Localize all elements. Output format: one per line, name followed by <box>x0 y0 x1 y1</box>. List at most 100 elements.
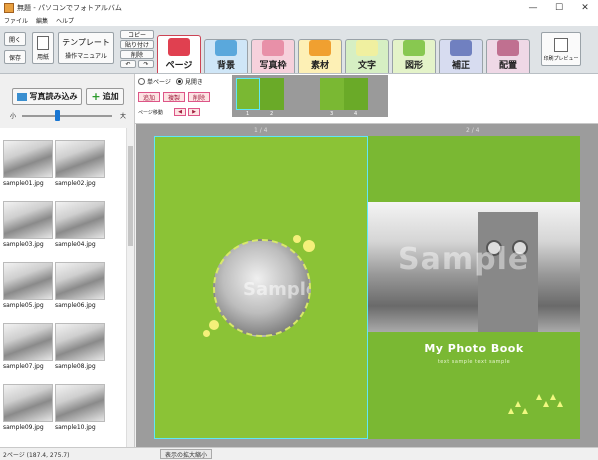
photo-thumbnail <box>3 140 53 178</box>
decor-dot <box>293 235 301 243</box>
close-button[interactable]: ✕ <box>572 0 598 15</box>
material-icon <box>309 40 331 56</box>
photo-thumbnail <box>55 201 105 239</box>
photo-thumbnail <box>55 384 105 422</box>
status-bar: 2ページ (187.4, 275.7) 表示の拡大縮小 <box>0 447 598 460</box>
right-page-number: 2 / 4 <box>466 127 480 134</box>
tab-material[interactable]: 素材 <box>298 39 342 73</box>
tab-page-label: ページ <box>165 61 193 71</box>
photo-item[interactable]: sample02.jpg <box>55 140 107 187</box>
image-icon <box>16 92 27 101</box>
decor-triangle <box>536 394 542 400</box>
menu-edit[interactable]: 編集 <box>36 16 48 25</box>
delete-button[interactable]: 削除 <box>120 50 154 59</box>
thumb-page-2[interactable] <box>260 78 284 110</box>
photo-thumbnail <box>3 262 53 300</box>
tab-text[interactable]: 文字 <box>345 39 389 73</box>
thumb-num-1: 1 <box>246 111 250 117</box>
thumb-size-slider[interactable] <box>22 115 112 117</box>
manual-label: 操作マニュアル <box>65 52 107 60</box>
redo-button[interactable]: ↷ <box>138 60 154 68</box>
tab-page[interactable]: ページ <box>157 35 201 73</box>
page-copy-button[interactable]: 複製 <box>163 92 185 102</box>
photo-list-scrollbar[interactable] <box>126 128 134 447</box>
tab-layout[interactable]: 配置 <box>486 39 530 73</box>
background-icon <box>215 40 237 56</box>
import-photos-button[interactable]: 写真読み込み <box>12 88 82 105</box>
photo-item[interactable]: sample07.jpg <box>3 323 55 370</box>
save-button[interactable]: 保存 <box>4 50 26 64</box>
single-page-radio[interactable] <box>138 78 145 85</box>
open-button[interactable]: 開く <box>4 32 26 46</box>
correction-icon <box>450 40 472 56</box>
thumb-page-4[interactable] <box>344 78 368 110</box>
photo-thumbnail <box>55 140 105 178</box>
book-title[interactable]: My Photo Book <box>368 342 580 355</box>
photo-thumbnail <box>3 384 53 422</box>
tab-photo-frame-label: 写真枠 <box>259 61 287 71</box>
page-add-button[interactable]: 追加 <box>138 92 160 102</box>
paper-button[interactable]: 用紙 <box>32 32 54 64</box>
photo-thumbnail <box>55 323 105 361</box>
photo-item[interactable]: sample04.jpg <box>55 201 107 248</box>
scrollbar-thumb[interactable] <box>128 146 133 246</box>
photo-filename: sample09.jpg <box>3 424 44 431</box>
photo-list: sample01.jpg sample02.jpg sample03.jpg s… <box>0 128 135 447</box>
maximize-button[interactable]: ☐ <box>546 0 572 15</box>
paste-button[interactable]: 貼り付け <box>120 40 154 49</box>
decor-triangle <box>550 394 556 400</box>
photo-item[interactable]: sample10.jpg <box>55 384 107 431</box>
import-photos-label: 写真読み込み <box>29 92 78 101</box>
photo-filename: sample06.jpg <box>55 302 96 309</box>
watermark-left: Sample <box>243 279 311 300</box>
menu-help[interactable]: ヘルプ <box>56 16 74 25</box>
rectangle-photo-frame[interactable]: Sample <box>368 202 580 332</box>
spread-radio[interactable] <box>175 78 183 85</box>
thumb-page-3[interactable] <box>320 78 344 110</box>
menu-file[interactable]: ファイル <box>4 16 28 25</box>
tab-shape[interactable]: 図形 <box>392 39 436 73</box>
decor-triangle <box>543 401 549 407</box>
thumb-page-1[interactable] <box>236 78 260 110</box>
minimize-button[interactable]: — <box>520 0 546 15</box>
paper-icon <box>37 36 49 50</box>
single-page-label: 単ページ <box>147 79 171 86</box>
print-preview-label: 印刷プレビュー <box>543 56 579 62</box>
tab-shape-label: 図形 <box>404 61 423 71</box>
decor-dot <box>203 330 210 337</box>
thumb-size-slider-handle[interactable] <box>55 110 60 121</box>
layout-icon <box>497 40 519 56</box>
photo-item[interactable]: sample09.jpg <box>3 384 55 431</box>
photo-item[interactable]: sample03.jpg <box>3 201 55 248</box>
photo-filename: sample04.jpg <box>55 241 96 248</box>
photo-item[interactable]: sample05.jpg <box>3 262 55 309</box>
page-delete-button[interactable]: 削除 <box>188 92 210 102</box>
page-move-left-button[interactable]: ◀ <box>174 108 186 116</box>
tab-photo-frame[interactable]: 写真枠 <box>251 39 295 73</box>
print-preview-icon <box>554 38 568 52</box>
copy-button[interactable]: コピー <box>120 30 154 39</box>
ribbon: 開く 保存 用紙 テンプレート 操作マニュアル コピー 貼り付け 削除 ↶ ↷ … <box>0 26 598 74</box>
photo-item[interactable]: sample06.jpg <box>55 262 107 309</box>
paper-label: 用紙 <box>36 54 49 61</box>
page-move-right-button[interactable]: ▶ <box>188 108 200 116</box>
photo-tools: 写真読み込み + 追加 小 大 <box>0 74 135 128</box>
tab-correction[interactable]: 補正 <box>439 39 483 73</box>
photo-item[interactable]: sample01.jpg <box>3 140 55 187</box>
photo-filename: sample03.jpg <box>3 241 44 248</box>
zoom-button[interactable]: 表示の拡大縮小 <box>160 449 213 459</box>
print-preview-button[interactable]: 印刷プレビュー <box>541 32 581 66</box>
text-icon <box>356 40 378 56</box>
circle-photo-frame[interactable]: Sample <box>213 239 311 337</box>
book-subtitle[interactable]: text sample text sample <box>368 359 580 365</box>
undo-button[interactable]: ↶ <box>120 60 136 68</box>
size-large-label: 大 <box>120 113 127 120</box>
template-label: テンプレート <box>62 37 110 47</box>
cursor-coordinates: 2ページ (187.4, 275.7) <box>3 451 70 459</box>
decor-triangle <box>508 408 514 414</box>
left-page[interactable]: Sample <box>154 136 368 439</box>
tab-background[interactable]: 背景 <box>204 39 248 73</box>
photo-item[interactable]: sample08.jpg <box>55 323 107 370</box>
add-photo-button[interactable]: + 追加 <box>86 88 124 105</box>
template-button[interactable]: テンプレート 操作マニュアル <box>58 32 114 64</box>
